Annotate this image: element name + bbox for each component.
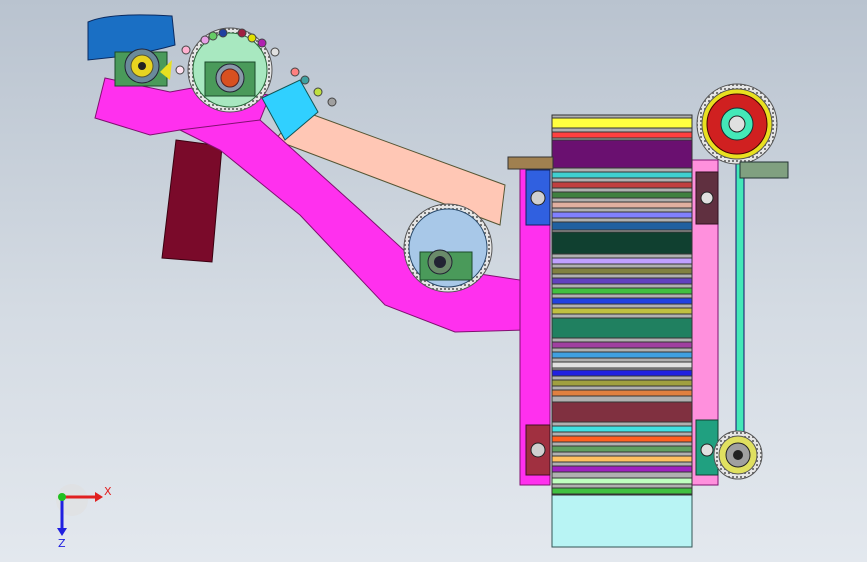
lower-blue-sprocket[interactable] (403, 203, 493, 293)
bottom-tray[interactable] (551, 494, 693, 548)
upper-left-pulley[interactable] (114, 48, 172, 87)
cad-viewport[interactable]: X Z (0, 0, 867, 562)
axis-z-label: Z (58, 537, 66, 550)
upper-right-red-gear[interactable] (696, 83, 778, 165)
roller-stack[interactable] (551, 114, 693, 496)
axis-triad: X Z (56, 484, 112, 550)
tie-rod[interactable] (735, 139, 745, 451)
left-upper-bearing[interactable] (507, 156, 554, 226)
cad-model-view[interactable]: X Z (0, 0, 867, 562)
tensioner-arm[interactable] (739, 161, 789, 179)
right-upper-bearing[interactable] (695, 171, 719, 225)
left-lower-bearing[interactable] (525, 424, 551, 476)
maroon-block[interactable] (161, 139, 223, 263)
lower-right-gear[interactable] (713, 430, 763, 480)
axis-x-label: X (104, 485, 112, 498)
